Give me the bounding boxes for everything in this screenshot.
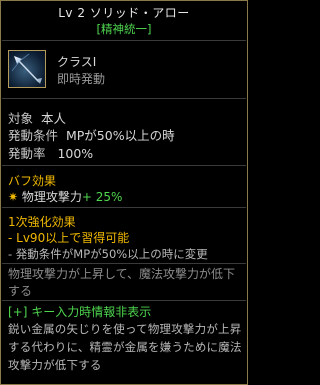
divider bbox=[2, 300, 246, 301]
skill-tooltip: Lv 2 ソリッド・アロー [精神統一] クラスI 即時発動 対象 本人 発動条… bbox=[0, 0, 248, 385]
condition-value: MPが50%以上の時 bbox=[65, 128, 175, 143]
buff-value: + 25% bbox=[81, 190, 123, 204]
divider bbox=[2, 40, 246, 41]
enhance-header: 1次強化効果 bbox=[8, 215, 76, 229]
cast-type: 即時発動 bbox=[57, 72, 106, 86]
divider bbox=[2, 165, 246, 166]
condition-row: 発動条件 MPが50%以上の時 bbox=[8, 125, 175, 144]
arrow-skill-icon bbox=[8, 50, 46, 88]
rate-value: 100% bbox=[57, 146, 94, 161]
target-key: 対象 bbox=[8, 111, 34, 126]
skill-title: Lv 2 ソリッド・アロー bbox=[58, 6, 190, 20]
rate-row: 発動率 100% bbox=[8, 143, 93, 162]
condition-key: 発動条件 bbox=[8, 128, 59, 143]
star-icon: ✷ bbox=[8, 190, 19, 204]
target-value: 本人 bbox=[40, 111, 66, 126]
buff-line: ✷ 物理攻撃力+ 25% bbox=[8, 188, 122, 205]
skill-class: クラスI bbox=[57, 55, 97, 69]
divider bbox=[2, 207, 246, 208]
rate-key: 発動率 bbox=[8, 146, 46, 161]
flavor-text: 鋭い金属の矢じりを使って物理攻撃力が上昇する代わりに、精霊が金属を嫌うために魔法… bbox=[8, 322, 242, 372]
toggle-info-hint: [+] キー入力時情報非表示 bbox=[8, 305, 152, 319]
skill-category: [精神統一] bbox=[96, 22, 152, 36]
buff-header: バフ効果 bbox=[8, 174, 57, 188]
divider bbox=[2, 263, 246, 264]
enhance-requirement: - Lv90以上で習得可能 bbox=[8, 231, 130, 245]
enhance-change: - 発動条件がMPが50%以上の時に変更 bbox=[8, 247, 208, 261]
divider bbox=[2, 98, 246, 99]
buff-stat: 物理攻撃力 bbox=[21, 190, 82, 204]
skill-description: 物理攻撃力が上昇して、魔法攻撃力が低下する bbox=[8, 267, 236, 298]
